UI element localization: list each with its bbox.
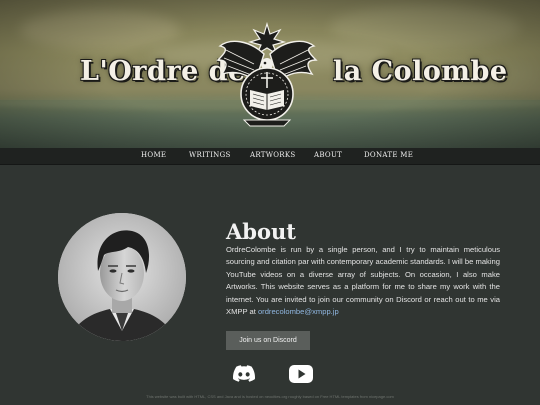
dove-emblem-icon (216, 21, 318, 127)
about-heading: About (226, 219, 296, 244)
nav-about[interactable]: ABOUT (314, 151, 342, 159)
profile-portrait (58, 213, 186, 341)
main-nav: HOME WRITINGS ARTWORKS ABOUT DONATE ME (0, 148, 540, 165)
header-banner: L'Ordre de la Colombe (0, 0, 540, 148)
site-footer: This website was built with HTML, CSS an… (146, 394, 394, 399)
nav-writings[interactable]: WRITINGS (189, 151, 231, 159)
discord-icon[interactable] (233, 365, 255, 382)
youtube-icon[interactable] (289, 365, 313, 383)
about-paragraph: OrdreColombe is run by a single person, … (226, 244, 500, 318)
about-text: OrdreColombe is run by a single person, … (226, 245, 500, 317)
portrait-image (58, 213, 186, 341)
join-discord-button[interactable]: Join us on Discord (226, 331, 310, 350)
nav-donate[interactable]: DONATE ME (364, 151, 413, 159)
nav-artworks[interactable]: ARTWORKS (250, 151, 296, 159)
xmpp-email-link[interactable]: ordrecolombe@xmpp.jp (258, 307, 339, 316)
nav-home[interactable]: HOME (141, 151, 166, 159)
site-title-right: la Colombe (333, 56, 508, 87)
